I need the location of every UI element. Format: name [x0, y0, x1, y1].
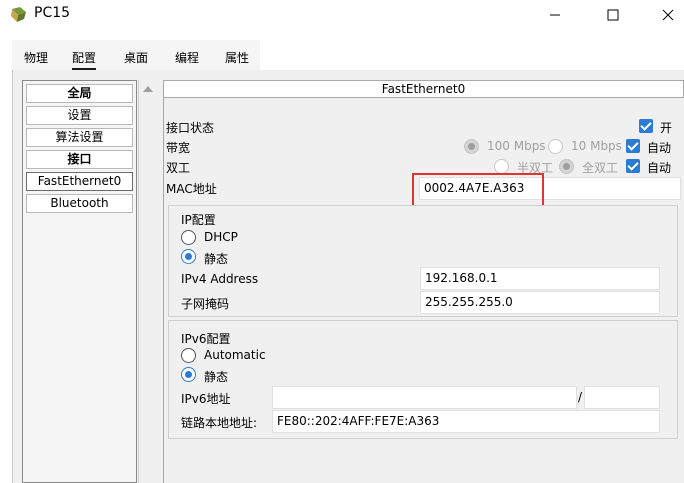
ipv6-address-field[interactable] [272, 386, 577, 409]
left-nav-list: 全局 设置 算法设置 接口 FastEthernet0 Bluetooth [22, 80, 137, 483]
ipv6-prefix-slash: / [578, 390, 583, 404]
tab-config[interactable]: 配置 [72, 49, 97, 70]
link-local-label: 链路本地地址: [181, 416, 258, 430]
nav-interface[interactable]: 接口 [26, 150, 133, 169]
bw-10-label: 10 Mbps [571, 139, 622, 153]
ipv6-config-title: IPv6配置 [181, 332, 231, 346]
close-button[interactable] [645, 0, 684, 30]
port-status-label: 接口状态 [166, 121, 215, 135]
bw-100-label: 100 Mbps [487, 139, 546, 153]
minimize-button[interactable] [532, 0, 578, 30]
duplex-auto-checkbox[interactable] [626, 159, 640, 173]
static-ip-radio[interactable] [181, 249, 196, 264]
dhcp-radio[interactable] [181, 230, 196, 245]
mac-address-label: MAC地址 [166, 182, 217, 196]
bw-100-radio[interactable] [464, 139, 479, 154]
bw-10-radio[interactable] [548, 139, 563, 154]
maximize-button[interactable] [590, 0, 636, 30]
ipv6-automatic-label: Automatic [204, 348, 266, 362]
static-ip-label: 静态 [204, 252, 229, 266]
full-duplex-radio[interactable] [559, 159, 574, 174]
nav-fastethernet0[interactable]: FastEthernet0 [26, 172, 133, 191]
half-duplex-radio[interactable] [494, 159, 509, 174]
nav-settings[interactable]: 设置 [26, 106, 133, 125]
port-status-checkbox[interactable] [639, 119, 653, 133]
nav-bluetooth[interactable]: Bluetooth [26, 194, 133, 213]
bandwidth-label: 带宽 [166, 141, 191, 155]
ipv6-automatic-radio[interactable] [181, 348, 196, 363]
tab-desktop[interactable]: 桌面 [124, 49, 148, 66]
dhcp-label: DHCP [204, 230, 238, 244]
subnet-mask-label: 子网掩码 [181, 297, 230, 311]
window-title: PC15 [34, 5, 71, 21]
ip-config-title: IP配置 [181, 213, 216, 227]
ipv6-address-label: IPv6地址 [181, 392, 231, 406]
tab-attributes[interactable]: 属性 [225, 49, 249, 66]
ipv4-address-label: IPv4 Address [181, 272, 259, 286]
panel-header: FastEthernet0 [163, 80, 684, 98]
left-scrollbar[interactable] [138, 80, 156, 483]
ipv6-prefix-field[interactable] [584, 386, 660, 409]
tab-programming[interactable]: 编程 [175, 49, 199, 66]
nav-algorithm-settings[interactable]: 算法设置 [26, 128, 133, 147]
scroll-up-arrow-icon[interactable] [143, 86, 153, 92]
bw-auto-label: 自动 [647, 141, 672, 155]
link-local-field[interactable]: FE80::202:4AFF:FE7E:A363 [272, 410, 660, 433]
tab-physical[interactable]: 物理 [24, 49, 48, 66]
title-bar: PC15 [0, 0, 684, 30]
app-icon [10, 6, 28, 24]
port-on-label: 开 [660, 121, 673, 135]
bw-auto-checkbox[interactable] [626, 139, 640, 153]
subnet-mask-field[interactable]: 255.255.255.0 [420, 291, 660, 314]
full-duplex-label: 全双工 [582, 161, 619, 175]
duplex-label: 双工 [166, 161, 191, 175]
ipv4-address-field[interactable]: 192.168.0.1 [420, 267, 660, 290]
ipv6-static-label: 静态 [204, 370, 229, 384]
duplex-auto-label: 自动 [647, 161, 672, 175]
nav-global[interactable]: 全局 [26, 84, 133, 103]
ipv6-static-radio[interactable] [181, 367, 196, 382]
